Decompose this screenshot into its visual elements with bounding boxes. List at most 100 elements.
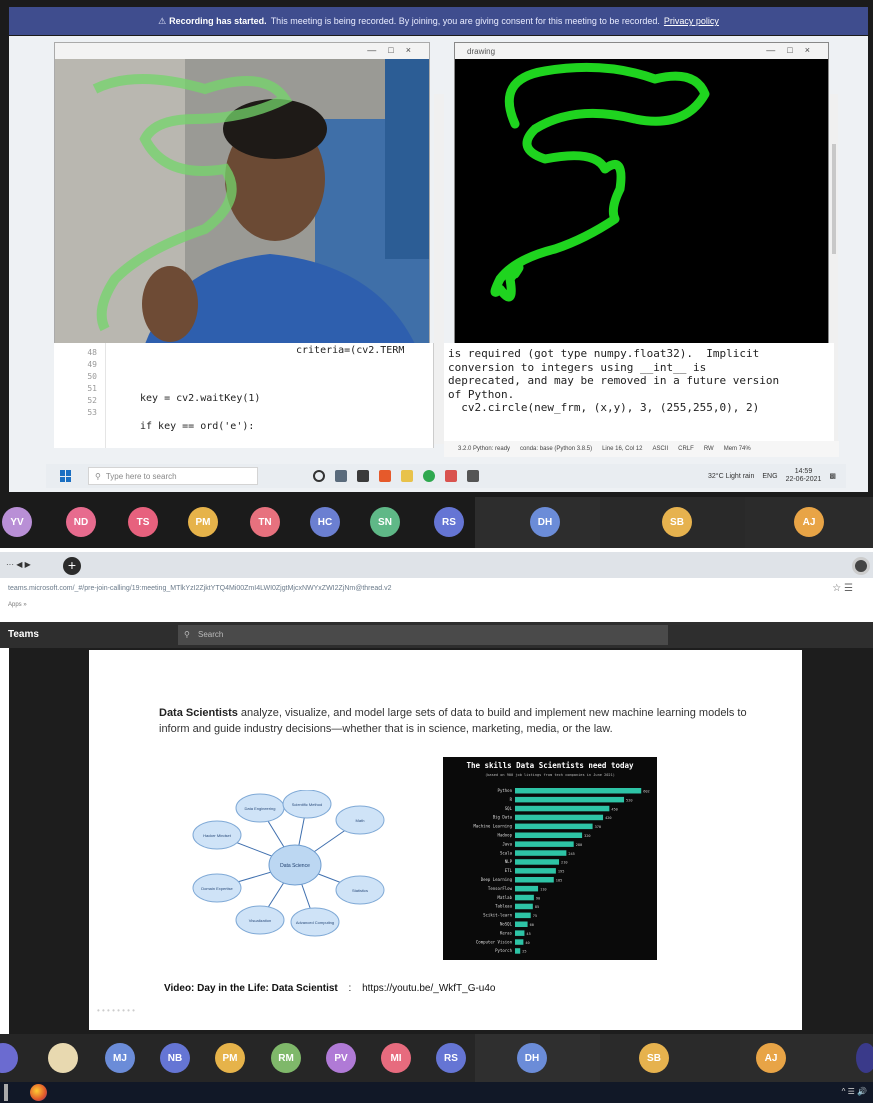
participant-avatar[interactable]: SN: [370, 507, 400, 537]
language-indicator[interactable]: ENG: [762, 473, 777, 480]
participant-avatar[interactable]: ND: [66, 507, 96, 537]
notification-icon[interactable]: ▩: [829, 472, 836, 480]
taskbar-search-input[interactable]: ⚲ Type here to search: [88, 467, 258, 485]
camera-app-icon[interactable]: [357, 470, 369, 482]
chart-category-label: Hadoop: [498, 833, 513, 838]
taskbar-apps: [313, 470, 479, 482]
video-link-line: Video: Day in the Life: Data Scientist :…: [164, 983, 496, 994]
chart-bar: [515, 877, 554, 883]
participant-avatar-partial[interactable]: [0, 1043, 18, 1073]
bookmark-star-icon[interactable]: ☆ ☰: [832, 580, 853, 598]
camera-window-titlebar[interactable]: —□×: [55, 43, 429, 59]
code-scrollbar-left[interactable]: [434, 94, 444, 444]
chart-bar: [515, 868, 556, 874]
chart-category-label: Computer Vision: [476, 939, 513, 944]
drawing-window-titlebar[interactable]: drawing —□×: [455, 43, 828, 59]
code-editor[interactable]: 48 49 50 51 52 53 criteria=(cv2.TERM key…: [54, 343, 434, 448]
privacy-policy-link[interactable]: Privacy policy: [664, 16, 719, 26]
participant-avatar[interactable]: DH: [517, 1043, 547, 1073]
mindmap-node: Advanced Computing: [290, 907, 340, 937]
mindmap-node: Statistics: [335, 875, 385, 905]
mindmap-center-label: Data Science: [280, 863, 310, 869]
chart-value-label: 602: [643, 790, 650, 794]
mindmap-node-label: Visualization: [249, 918, 271, 923]
participant-avatar[interactable]: DH: [530, 507, 560, 537]
chart-category-label: NLP: [505, 859, 513, 864]
camera-window[interactable]: —□×: [54, 42, 430, 345]
chrome-icon[interactable]: [423, 470, 435, 482]
firefox-icon[interactable]: [30, 1084, 47, 1101]
chart-bar: [515, 823, 593, 830]
participant-avatar[interactable]: AJ: [756, 1043, 786, 1073]
participant-avatar[interactable]: YV: [2, 507, 32, 537]
chart-bar: [515, 894, 534, 901]
widgets-icon[interactable]: [335, 470, 347, 482]
chart-category-label: R: [510, 797, 513, 802]
file-explorer-icon[interactable]: [401, 470, 413, 482]
app-icon[interactable]: [467, 470, 479, 482]
participant-avatar[interactable]: PV: [326, 1043, 356, 1073]
clock[interactable]: 14:59 22-06-2021: [786, 468, 822, 484]
participant-avatar[interactable]: RM: [271, 1043, 301, 1073]
chart-bar: [515, 805, 610, 812]
participant-avatar[interactable]: PM: [188, 507, 218, 537]
scrollbar-thumb[interactable]: [832, 144, 836, 254]
console-line: is required (got type numpy.float32). Im…: [448, 347, 760, 360]
windows-start-icon[interactable]: [60, 470, 72, 482]
window-controls[interactable]: —□×: [367, 45, 423, 55]
chart-bar: [515, 903, 533, 910]
participant-avatar-partial[interactable]: [856, 1043, 873, 1073]
anaconda-icon[interactable]: [445, 470, 457, 482]
status-item: CRLF: [678, 446, 694, 452]
recording-banner-bold: Recording has started.: [169, 16, 267, 26]
address-bar[interactable]: teams.microsoft.com/_#/pre-join-calling/…: [0, 580, 873, 598]
new-tab-button[interactable]: +: [63, 557, 81, 575]
bookmarks-bar[interactable]: Apps »: [0, 598, 873, 612]
participant-avatar[interactable]: SB: [662, 507, 692, 537]
chart-value-label: 245: [568, 852, 575, 856]
status-item: Mem 74%: [723, 446, 751, 452]
chart-category-label: Pytorch: [495, 948, 512, 953]
window-controls[interactable]: —□×: [766, 45, 822, 55]
slide-paragraph-text: analyze, visualize, and model large sets…: [159, 707, 747, 735]
chart-value-label: 85: [535, 905, 539, 909]
participant-photo-avatar[interactable]: [48, 1043, 78, 1073]
weather-text[interactable]: 32°C Light rain: [708, 473, 754, 480]
drawing-canvas[interactable]: [455, 59, 828, 343]
chart-category-label: Python: [498, 788, 513, 793]
participant-avatar[interactable]: RS: [436, 1043, 466, 1073]
mindmap-node: Scientific Method: [282, 789, 332, 819]
participant-avatar[interactable]: TS: [128, 507, 158, 537]
participant-avatar[interactable]: MI: [381, 1043, 411, 1073]
chart-value-label: 450: [611, 807, 618, 811]
status-item: RW: [703, 446, 714, 452]
line-number: 51: [87, 384, 97, 393]
participant-avatar[interactable]: AJ: [794, 507, 824, 537]
teams-search-input[interactable]: ⚲ Search: [178, 625, 668, 645]
participant-avatar[interactable]: SB: [639, 1043, 669, 1073]
search-icon: ⚲: [95, 471, 101, 481]
video-label: Video: Day in the Life: Data Scientist: [164, 983, 338, 994]
drawing-window[interactable]: drawing —□×: [454, 42, 829, 344]
participant-avatar[interactable]: RS: [434, 507, 464, 537]
profile-icon[interactable]: [852, 557, 870, 575]
video-url-link[interactable]: https://youtu.be/_WkfT_G-u4o: [362, 983, 495, 994]
participant-tile[interactable]: [600, 1034, 740, 1082]
chart-bar: [515, 788, 642, 794]
mindmap-center-node: Data Science: [268, 844, 322, 886]
participant-avatar[interactable]: PM: [215, 1043, 245, 1073]
office-icon[interactable]: [379, 470, 391, 482]
task-view-icon[interactable]: [313, 470, 325, 482]
console-output[interactable]: is required (got type numpy.float32). Im…: [444, 343, 834, 448]
mindmap-node-label: Data Engineering: [245, 806, 276, 811]
participant-strip-bottom: MJ NB PM RM PV MI RS DH SB AJ: [0, 1034, 873, 1082]
participant-avatar[interactable]: TN: [250, 507, 280, 537]
participant-avatar[interactable]: MJ: [105, 1043, 135, 1073]
participant-avatar[interactable]: HC: [310, 507, 340, 537]
chart-bar: [515, 814, 604, 821]
participant-avatar[interactable]: NB: [160, 1043, 190, 1073]
mindmap-node-label: Statistics: [352, 888, 368, 893]
browser-tab-strip: ··· ◀ ▶ +: [0, 552, 873, 578]
tab-controls[interactable]: ··· ◀ ▶: [6, 560, 31, 569]
windows-tray[interactable]: ^ ☰ 🔊: [842, 1087, 867, 1096]
